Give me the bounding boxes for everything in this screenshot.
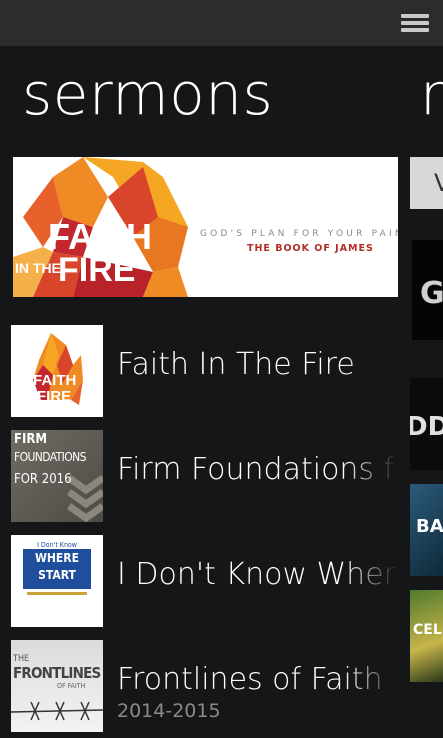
thumb-text-line3: FOR 2016 (14, 472, 72, 487)
series-title: I Don't Know Where to Start (117, 557, 399, 592)
series-title: Firm Foundations for 2016 (117, 452, 399, 487)
banner-tagline: GOD'S PLAN FOR YOUR PAIN (200, 229, 398, 239)
hamburger-menu-icon[interactable] (399, 12, 431, 34)
thumb-text-line2: START (38, 568, 76, 582)
series-thumbnail: I Don't Know WHERE START (11, 535, 103, 627)
series-thumbnail: THE FRONTLINES OF FAITH (11, 640, 103, 732)
next-section-button[interactable]: V (410, 157, 443, 209)
next-section-tile[interactable]: GO (412, 240, 443, 340)
featured-series-banner[interactable]: FAITH IN THE FIRE GOD'S PLAN FOR YOUR PA… (13, 157, 398, 297)
app-bar (0, 0, 443, 46)
series-title: Frontlines of Faith (117, 662, 383, 697)
banner-logo-line2: IN THE (15, 260, 61, 276)
series-thumbnail: FIRM FOUNDATIONS FOR 2016 (11, 430, 103, 522)
next-section-tile[interactable]: BAI (410, 484, 443, 576)
series-thumbnail: FAITH FIRE (11, 325, 103, 417)
thumb-text-line1: FIRM (14, 432, 47, 447)
thumb-text-line2: FOUNDATIONS (14, 450, 86, 464)
thumb-small-text: I Don't Know (37, 541, 77, 549)
thumb-underline (27, 592, 87, 595)
flame-logo-image: FAITH IN THE FIRE (13, 157, 188, 297)
next-section-tile[interactable]: CELE (410, 590, 443, 682)
thumb-text-line1: WHERE (34, 551, 79, 565)
barbed-wire-icon (11, 701, 103, 721)
series-title: Faith In The Fire (117, 347, 355, 382)
svg-text:FAITH: FAITH (33, 372, 76, 389)
banner-subtitle: THE BOOK OF JAMES (247, 243, 374, 254)
next-section-tile[interactable]: DDA (410, 378, 443, 470)
series-item-firm-foundations[interactable]: FIRM FOUNDATIONS FOR 2016 Firm Foundatio… (11, 430, 399, 522)
flame-thumbnail-icon: FAITH FIRE (33, 333, 83, 405)
series-item-where-to-start[interactable]: I Don't Know WHERE START I Don't Know Wh… (11, 535, 399, 627)
svg-text:FIRE: FIRE (37, 388, 71, 405)
next-section-title-peek[interactable]: n (420, 58, 443, 130)
page-title: sermons (22, 60, 274, 128)
series-item-frontlines-of-faith[interactable]: THE FRONTLINES OF FAITH Frontlines of Fa… (11, 640, 399, 732)
series-item-faith-in-the-fire[interactable]: FAITH FIRE Faith In The Fire (11, 325, 399, 417)
series-subtitle: 2014-2015 (117, 700, 221, 722)
banner-logo-line3: FIRE (58, 251, 135, 289)
